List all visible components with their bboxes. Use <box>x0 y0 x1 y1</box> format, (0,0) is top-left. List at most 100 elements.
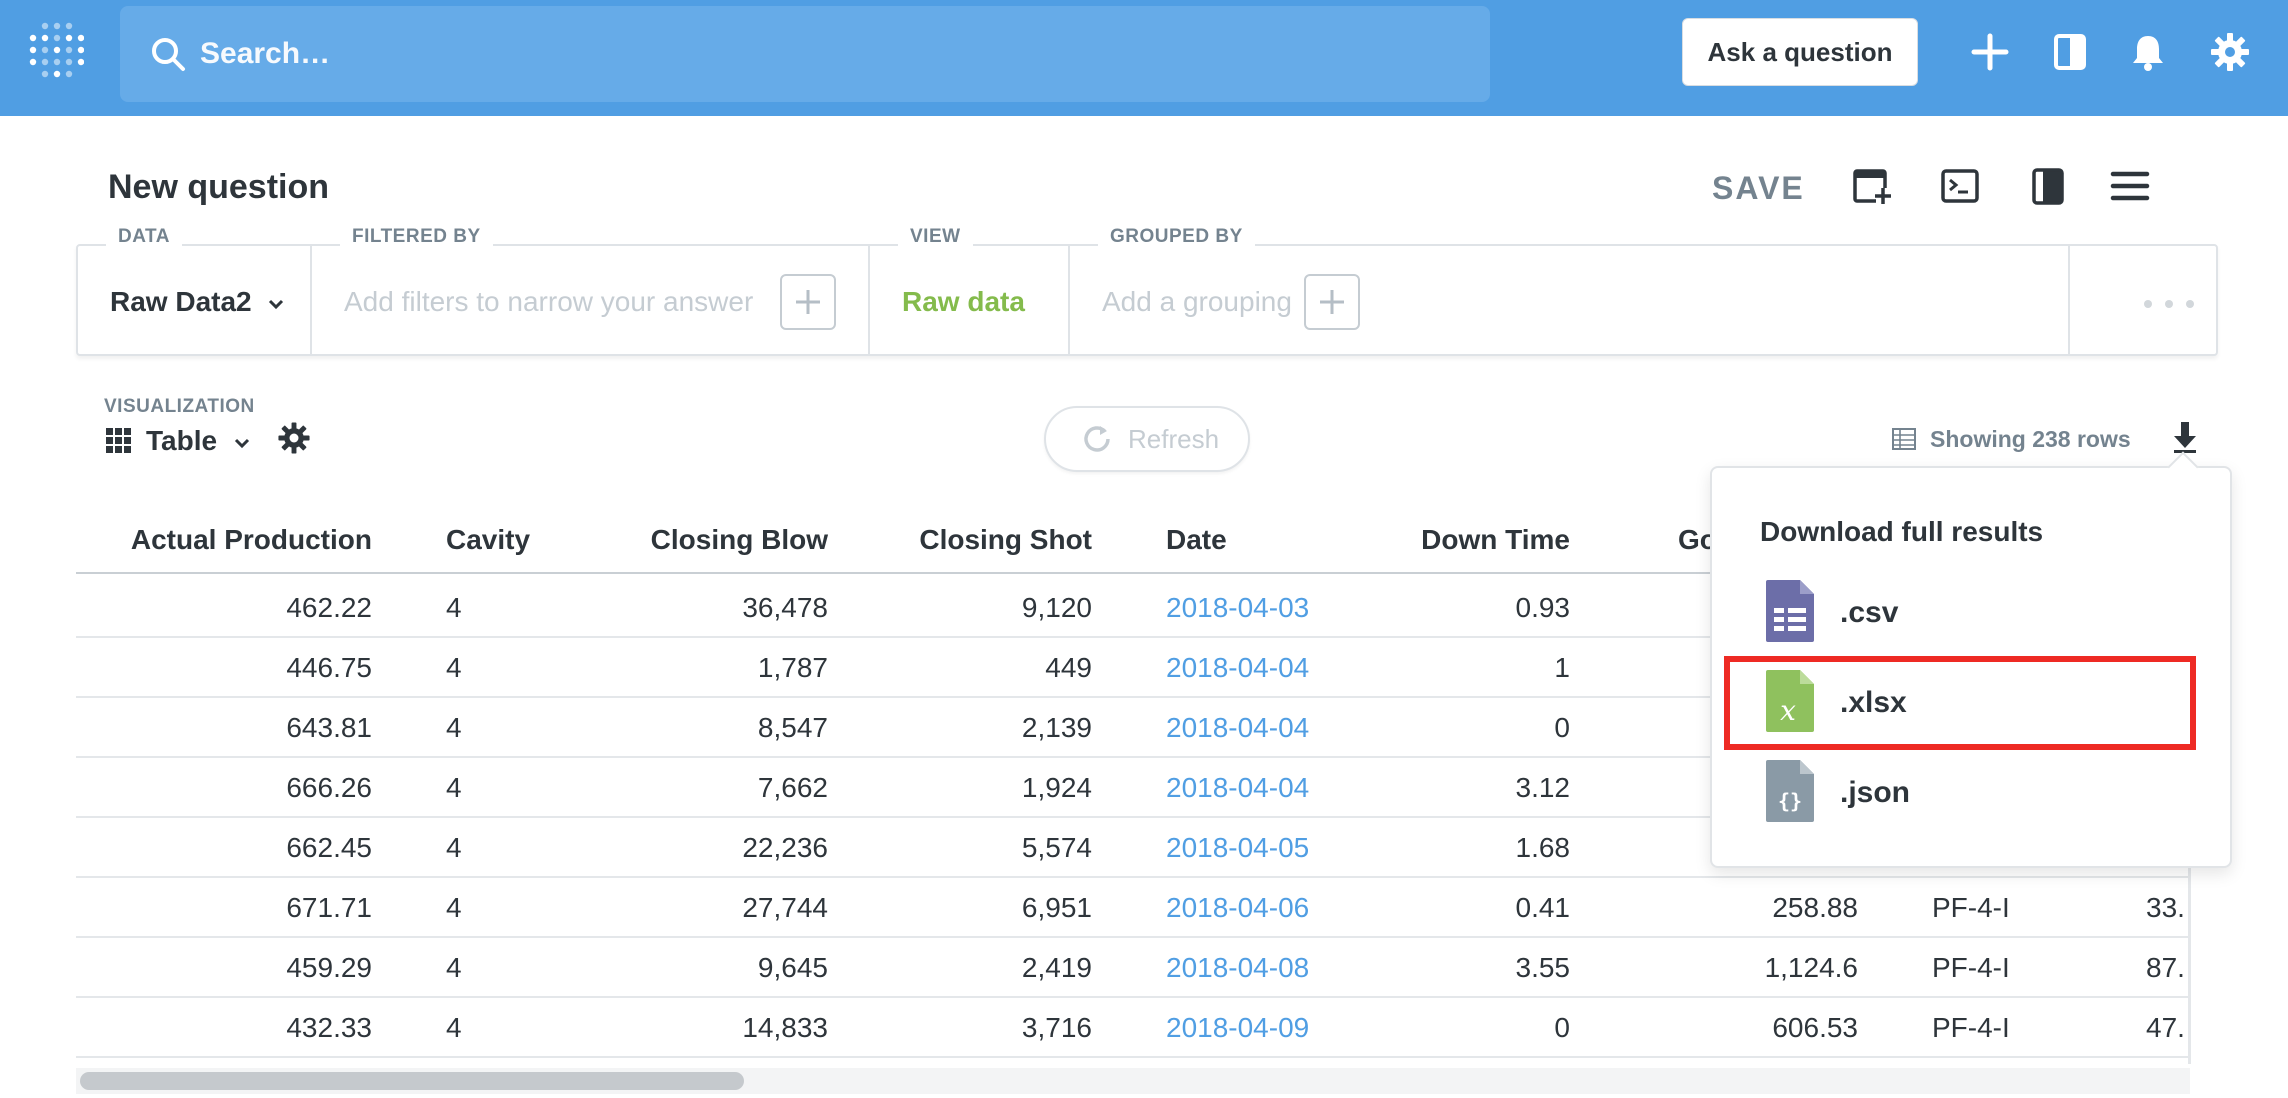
data-source-value: Raw Data2 <box>110 286 252 317</box>
table-cell: 4 <box>446 1012 462 1043</box>
add-to-dashboard-icon[interactable] <box>1852 166 1892 206</box>
row-divider <box>76 1056 2190 1058</box>
more-options-icon[interactable] <box>2142 298 2196 310</box>
table-cell: 662.45 <box>286 832 372 863</box>
table-grid-icon <box>106 428 131 453</box>
table-cell: 4 <box>446 952 462 983</box>
table-cell: 446.75 <box>286 652 372 683</box>
table-cell: 3.12 <box>1515 772 1571 803</box>
table-cell: 0 <box>1554 1012 1570 1043</box>
row-divider <box>76 936 2190 938</box>
json-label: .json <box>1840 776 1911 809</box>
column-header[interactable]: Closing Shot <box>919 524 1092 556</box>
table-cell: 606.53 <box>1772 1012 1858 1043</box>
table-cell: 449 <box>1045 652 1092 683</box>
plus-icon[interactable] <box>1968 30 2012 74</box>
column-header[interactable]: Date <box>1166 524 1227 556</box>
table-cell: 9,645 <box>757 952 828 983</box>
sql-editor-icon[interactable] <box>1940 166 1980 206</box>
xlsx-highlight-box <box>1724 656 2196 750</box>
column-header[interactable]: Actual Production <box>131 524 372 556</box>
ask-a-question-button[interactable]: Ask a question <box>1682 18 1918 86</box>
table-cell: PF-4-I <box>1932 952 2010 983</box>
download-csv-option[interactable]: .csv <box>1764 578 2184 648</box>
add-grouping-button[interactable] <box>1304 274 1360 330</box>
table-cell: 4 <box>446 892 462 923</box>
table-cell: 9,120 <box>1021 592 1092 623</box>
save-button[interactable]: SAVE <box>1712 170 1805 207</box>
date-link-cell[interactable]: 2018-04-04 <box>1166 772 1309 804</box>
filter-placeholder[interactable]: Add filters to narrow your answer <box>344 286 753 318</box>
download-json-option[interactable]: {} .json <box>1764 758 2184 828</box>
collection-icon[interactable] <box>2048 30 2092 74</box>
table-cell: 0.93 <box>1515 592 1571 623</box>
table-cell: 671.71 <box>286 892 372 923</box>
table-cell: 47. <box>2146 1012 2185 1043</box>
date-link-cell[interactable]: 2018-04-04 <box>1166 712 1309 744</box>
date-link-cell[interactable]: 2018-04-05 <box>1166 832 1309 864</box>
plus-icon <box>796 290 820 314</box>
bookmark-icon[interactable] <box>2028 166 2068 206</box>
refresh-button[interactable]: Refresh <box>1044 406 1250 472</box>
plus-icon <box>1320 290 1344 314</box>
table-cell: 87. <box>2146 952 2185 983</box>
table-cell: 3.55 <box>1515 952 1571 983</box>
table-cell: 1,124.6 <box>1764 952 1858 983</box>
svg-text:{}: {} <box>1778 789 1802 813</box>
table-cell: PF-4-I <box>1932 892 2010 923</box>
table-cell: 432.33 <box>286 1012 372 1043</box>
csv-label: .csv <box>1840 596 1899 629</box>
date-link-cell[interactable]: 2018-04-06 <box>1166 892 1309 924</box>
table-cell: 3,716 <box>1021 1012 1092 1043</box>
table-cell: 2,419 <box>1021 952 1092 983</box>
gear-icon[interactable] <box>2208 30 2252 74</box>
search-bar[interactable]: Search… <box>120 6 1490 102</box>
add-filter-button[interactable] <box>780 274 836 330</box>
visualization-type-value: Table <box>146 425 218 456</box>
refresh-icon <box>1084 426 1110 452</box>
table-cell: 6,951 <box>1021 892 1092 923</box>
table-cell: 4 <box>446 652 462 683</box>
visualization-type-select[interactable]: Table <box>146 425 251 457</box>
top-navbar: Search… Ask a question <box>0 0 2288 116</box>
grouped-by-label: GROUPED BY <box>1098 226 1255 248</box>
table-cell: 4 <box>446 772 462 803</box>
visualization-label: VISUALIZATION <box>104 396 255 417</box>
table-cell: 14,833 <box>742 1012 828 1043</box>
data-source-select[interactable]: Raw Data2 <box>110 286 285 318</box>
date-link-cell[interactable]: 2018-04-03 <box>1166 592 1309 624</box>
table-cell: 8,547 <box>757 712 828 743</box>
date-link-cell[interactable]: 2018-04-08 <box>1166 952 1309 984</box>
horizontal-scrollbar-thumb[interactable] <box>80 1072 744 1090</box>
date-link-cell[interactable]: 2018-04-04 <box>1166 652 1309 684</box>
metabase-logo-icon[interactable] <box>28 20 84 84</box>
grouping-placeholder[interactable]: Add a grouping <box>1102 286 1292 318</box>
qb-divider <box>2068 246 2070 354</box>
table-cell: 1.68 <box>1515 832 1571 863</box>
row-count-text: Showing 238 rows <box>1930 426 2131 452</box>
download-icon[interactable] <box>2170 420 2200 454</box>
table-cell: 2,139 <box>1021 712 1092 743</box>
date-link-cell[interactable]: 2018-04-09 <box>1166 1012 1309 1044</box>
column-header[interactable]: Down Time <box>1421 524 1570 556</box>
table-cell: 643.81 <box>286 712 372 743</box>
table-cell: 459.29 <box>286 952 372 983</box>
table-cell: 258.88 <box>1772 892 1858 923</box>
search-input[interactable]: Search… <box>200 6 330 102</box>
column-header[interactable]: Closing Blow <box>651 524 828 556</box>
settings-gear-icon[interactable] <box>276 420 312 456</box>
table-cell: 22,236 <box>742 832 828 863</box>
table-cell: 1 <box>1554 652 1570 683</box>
table-cell: 7,662 <box>757 772 828 803</box>
data-label: DATA <box>106 226 182 248</box>
page-title[interactable]: New question <box>108 168 329 207</box>
view-label: VIEW <box>898 226 973 248</box>
chevron-down-icon <box>234 438 249 449</box>
column-header[interactable]: Cavity <box>446 524 530 556</box>
menu-icon[interactable] <box>2110 166 2150 206</box>
table-cell: 462.22 <box>286 592 372 623</box>
view-value[interactable]: Raw data <box>902 286 1025 318</box>
table-cell: 666.26 <box>286 772 372 803</box>
bell-icon[interactable] <box>2126 30 2170 74</box>
table-cell: 27,744 <box>742 892 828 923</box>
